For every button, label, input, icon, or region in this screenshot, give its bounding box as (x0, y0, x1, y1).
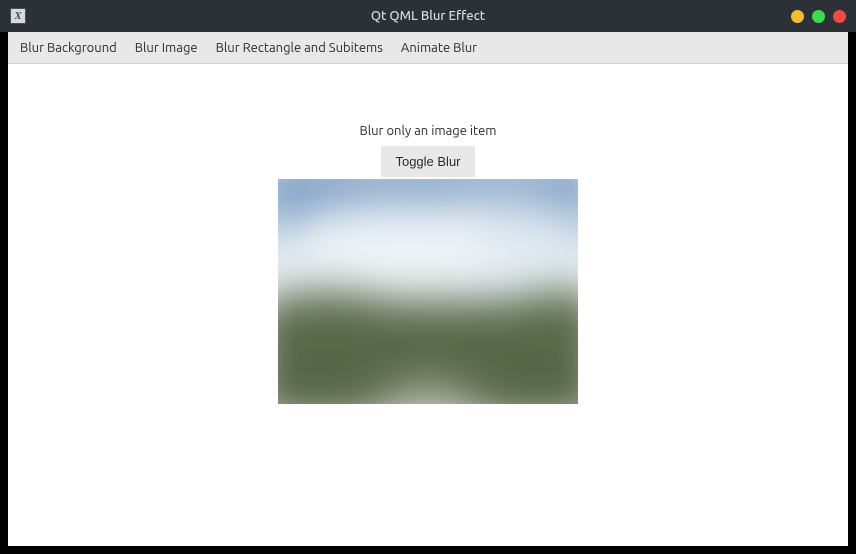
titlebar: X Qt QML Blur Effect (0, 0, 856, 32)
blurred-image (278, 179, 578, 404)
landscape-icon (278, 179, 578, 404)
system-menu-icon[interactable]: X (10, 8, 26, 24)
system-menu-glyph: X (14, 10, 21, 22)
content-area: Blur only an image item Toggle Blur (8, 64, 848, 404)
window-controls (791, 10, 846, 23)
tab-blur-background[interactable]: Blur Background (16, 35, 121, 61)
tab-blur-rectangle[interactable]: Blur Rectangle and Subitems (212, 35, 387, 61)
tab-animate-blur[interactable]: Animate Blur (397, 35, 481, 61)
close-button[interactable] (833, 10, 846, 23)
app-window: X Qt QML Blur Effect Blur Background Blu… (0, 0, 856, 554)
client-area: Blur Background Blur Image Blur Rectangl… (8, 32, 848, 546)
maximize-button[interactable] (812, 10, 825, 23)
minimize-button[interactable] (791, 10, 804, 23)
toggle-blur-button[interactable]: Toggle Blur (381, 146, 474, 177)
page-heading: Blur only an image item (359, 124, 496, 138)
window-title: Qt QML Blur Effect (371, 9, 485, 23)
tab-blur-image[interactable]: Blur Image (131, 35, 202, 61)
tabbar: Blur Background Blur Image Blur Rectangl… (8, 32, 848, 64)
